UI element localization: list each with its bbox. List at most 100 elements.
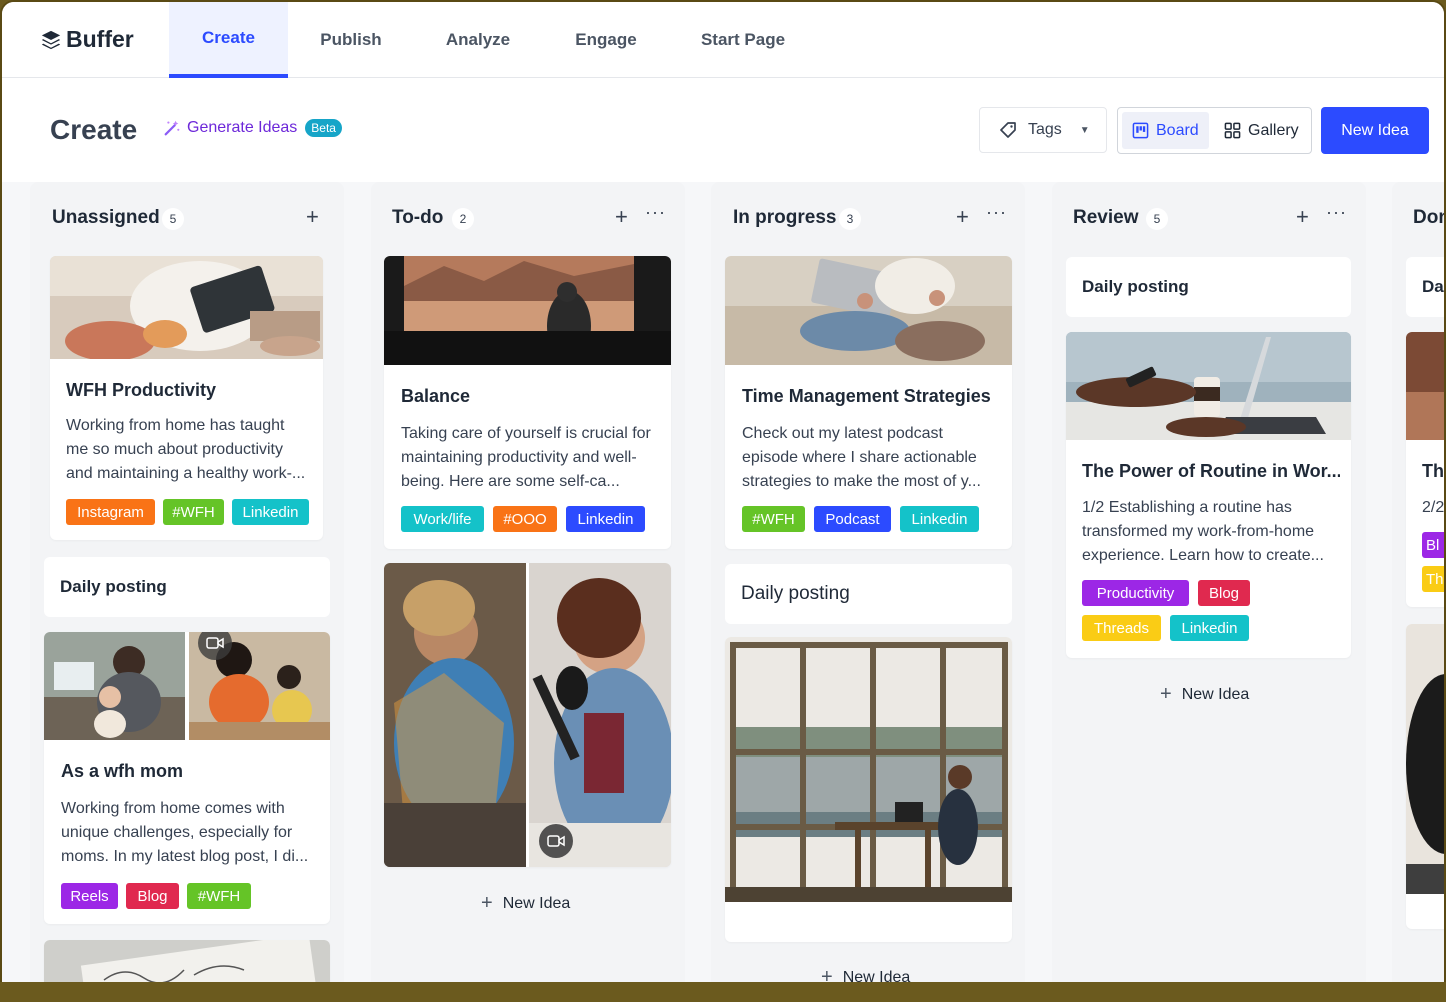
card-title: The Power of Routine in Wor... [1082, 461, 1340, 481]
tag-linkedin[interactable]: Linkedin [900, 506, 979, 532]
column-count: 5 [162, 208, 184, 230]
daily-posting-card[interactable]: Dai [1406, 257, 1446, 317]
daily-posting-card[interactable]: Daily posting [1066, 257, 1351, 317]
view-toggle: Board Gallery [1117, 107, 1312, 154]
card-image [1406, 332, 1444, 440]
video-icon [539, 824, 573, 858]
media-card[interactable] [1406, 624, 1444, 929]
gallery-label: Gallery [1248, 121, 1299, 139]
tag-threads[interactable]: Th [1422, 566, 1444, 592]
tag-instagram[interactable]: Instagram [66, 499, 155, 525]
add-card-icon[interactable]: + [956, 204, 969, 230]
column-count: 2 [452, 208, 474, 230]
gallery-view-button[interactable]: Gallery [1214, 112, 1309, 149]
card-title: WFH Productivity [66, 380, 217, 400]
tag-blog[interactable]: Bl [1422, 532, 1444, 558]
more-options-icon[interactable]: ··· [645, 202, 666, 223]
tab-create[interactable]: Create [169, 2, 288, 78]
card-text: 1/2 Establishing a routine has transform… [1082, 499, 1324, 564]
add-card-icon[interactable]: + [306, 204, 319, 230]
column-count: 5 [1146, 208, 1168, 230]
card-title: Dai [1422, 277, 1446, 296]
media-card[interactable] [725, 637, 1012, 942]
tag-wfh[interactable]: #WFH [187, 883, 251, 909]
buffer-stack-icon [41, 30, 61, 49]
media-card[interactable] [384, 563, 671, 867]
column-title: In progress [733, 207, 837, 228]
card-text: Check out my latest podcast episode wher… [742, 425, 981, 490]
plus-icon: + [1160, 683, 1172, 705]
tag-wfh[interactable]: #WFH [742, 506, 805, 532]
plus-icon: + [481, 892, 493, 914]
daily-posting-card[interactable]: Daily posting [44, 557, 330, 617]
card-title: Daily posting [741, 583, 850, 604]
tag-threads[interactable]: Threads [1082, 615, 1161, 641]
card-image [725, 256, 1012, 365]
column-title: Unassigned [52, 207, 160, 228]
generate-ideas-label: Generate Ideas [187, 119, 298, 136]
column-title: Review [1073, 207, 1139, 228]
chevron-down-icon: ▼ [1079, 124, 1090, 136]
column-in-progress: In progress 3 + ··· Time Management Stra… [711, 182, 1025, 1002]
magic-wand-icon [164, 120, 180, 136]
card-title: As a wfh mom [61, 761, 184, 781]
tag-linkedin[interactable]: Linkedin [232, 499, 309, 525]
add-card-icon[interactable]: + [1296, 204, 1309, 230]
tag-blog[interactable]: Blog [1198, 580, 1250, 606]
tag-linkedin[interactable]: Linkedin [566, 506, 645, 532]
card-image [384, 256, 671, 365]
tab-start-page[interactable]: Start Page [692, 2, 794, 78]
tab-analyze[interactable]: Analyze [427, 2, 529, 78]
top-navigation: Buffer Create Publish Analyze Engage Sta… [2, 2, 1444, 78]
new-idea-link[interactable]: + New Idea [481, 892, 570, 915]
column-count: 3 [839, 208, 861, 230]
tag-icon [1000, 122, 1016, 138]
brand-name: Buffer [66, 26, 134, 52]
tag-reels[interactable]: Reels [61, 883, 118, 909]
generate-ideas-button[interactable]: Generate Ideas Beta [163, 119, 342, 137]
tag-linkedin[interactable]: Linkedin [1170, 615, 1249, 641]
tag-blog[interactable]: Blog [126, 883, 179, 909]
board-view-button[interactable]: Board [1122, 112, 1209, 149]
beta-badge: Beta [305, 119, 342, 137]
more-options-icon[interactable]: ··· [1326, 202, 1347, 223]
column-unassigned: Unassigned 5 + WFH Productivity Working … [30, 182, 344, 1002]
idea-card[interactable]: WFH Productivity Working from home has t… [50, 256, 323, 540]
buffer-logo[interactable]: Buffer [40, 26, 134, 53]
tag-wfh[interactable]: #WFH [163, 499, 224, 525]
card-image [384, 563, 671, 867]
idea-card[interactable]: As a wfh mom Working from home comes wit… [44, 632, 330, 924]
column-title: Don [1413, 207, 1444, 228]
tab-publish[interactable]: Publish [300, 2, 402, 78]
card-image [50, 256, 323, 359]
column-title: To-do [392, 207, 444, 228]
idea-card[interactable]: Balance Taking care of yourself is cruci… [384, 256, 671, 549]
tag-work-life[interactable]: Work/life [401, 506, 484, 532]
board-label: Board [1156, 121, 1199, 139]
tag-productivity[interactable]: Productivity [1082, 580, 1189, 606]
card-text: Working from home has taught me so much … [66, 417, 306, 482]
idea-card[interactable]: The Power of Routine in Wor... 1/2 Estab… [1066, 332, 1351, 658]
card-image [1406, 624, 1444, 894]
tag-podcast[interactable]: Podcast [814, 506, 891, 532]
tab-engage[interactable]: Engage [555, 2, 657, 78]
daily-posting-card[interactable]: Daily posting [725, 564, 1012, 624]
card-text: Taking care of yourself is crucial for m… [401, 425, 651, 490]
gallery-grid-icon [1224, 122, 1241, 139]
tags-dropdown[interactable]: Tags ▼ [979, 107, 1107, 153]
column-done: Don Dai The 2/2 Bl Th [1392, 182, 1446, 1002]
idea-card[interactable]: The 2/2 Bl Th [1406, 332, 1444, 607]
card-image [44, 632, 330, 740]
card-image [1066, 332, 1351, 440]
card-title: The [1422, 461, 1444, 481]
card-title: Balance [401, 386, 471, 406]
tags-label: Tags [1028, 121, 1062, 138]
idea-card[interactable]: Time Management Strategies Check out my … [725, 256, 1012, 549]
board-icon [1132, 122, 1149, 139]
more-options-icon[interactable]: ··· [986, 202, 1007, 223]
add-card-icon[interactable]: + [615, 204, 628, 230]
new-idea-link[interactable]: + New Idea [1160, 683, 1249, 706]
card-image [725, 637, 1012, 902]
new-idea-button[interactable]: New Idea [1321, 107, 1429, 154]
tag-ooo[interactable]: #OOO [493, 506, 557, 532]
